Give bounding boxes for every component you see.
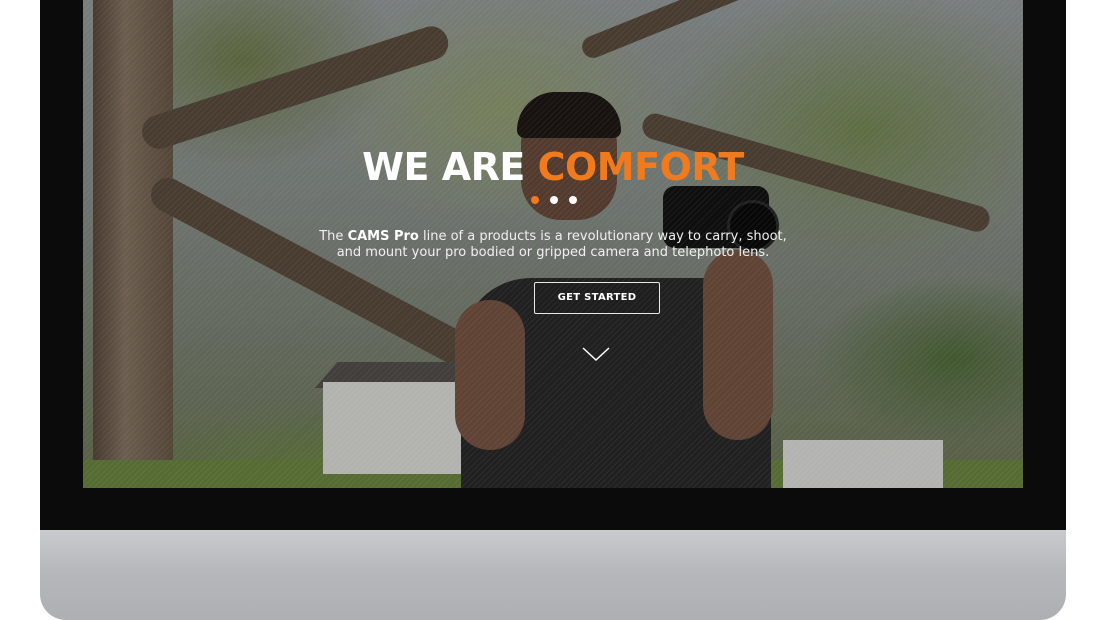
tagline-brand: CAMS Pro	[347, 229, 419, 244]
headline-accent: COMFORT	[537, 145, 745, 189]
carousel-dot[interactable]	[550, 196, 558, 204]
carousel-indicator	[531, 196, 577, 206]
hero-headline: WE ARE COMFORT	[83, 145, 1023, 189]
carousel-dot-active[interactable]	[531, 196, 539, 204]
get-started-button[interactable]: GET STARTED	[534, 282, 660, 314]
carousel-dot[interactable]	[569, 196, 577, 204]
tagline-line1: line of a products is a revolutionary wa…	[423, 229, 787, 244]
hero-content: WE ARE COMFORT The CAMS Pro line of a pr…	[83, 0, 1023, 488]
monitor-chin	[40, 530, 1066, 620]
monitor-bezel: WE ARE COMFORT The CAMS Pro line of a pr…	[40, 0, 1066, 530]
chevron-down-icon[interactable]	[581, 345, 611, 363]
hero-tagline: The CAMS Pro line of a products is a rev…	[303, 229, 803, 261]
hero-screen: WE ARE COMFORT The CAMS Pro line of a pr…	[83, 0, 1023, 488]
headline-white: WE ARE	[362, 145, 525, 189]
tagline-prefix: The	[319, 229, 344, 244]
tagline-line2: and mount your pro bodied or gripped cam…	[336, 245, 770, 260]
imac-monitor: WE ARE COMFORT The CAMS Pro line of a pr…	[40, 0, 1066, 620]
